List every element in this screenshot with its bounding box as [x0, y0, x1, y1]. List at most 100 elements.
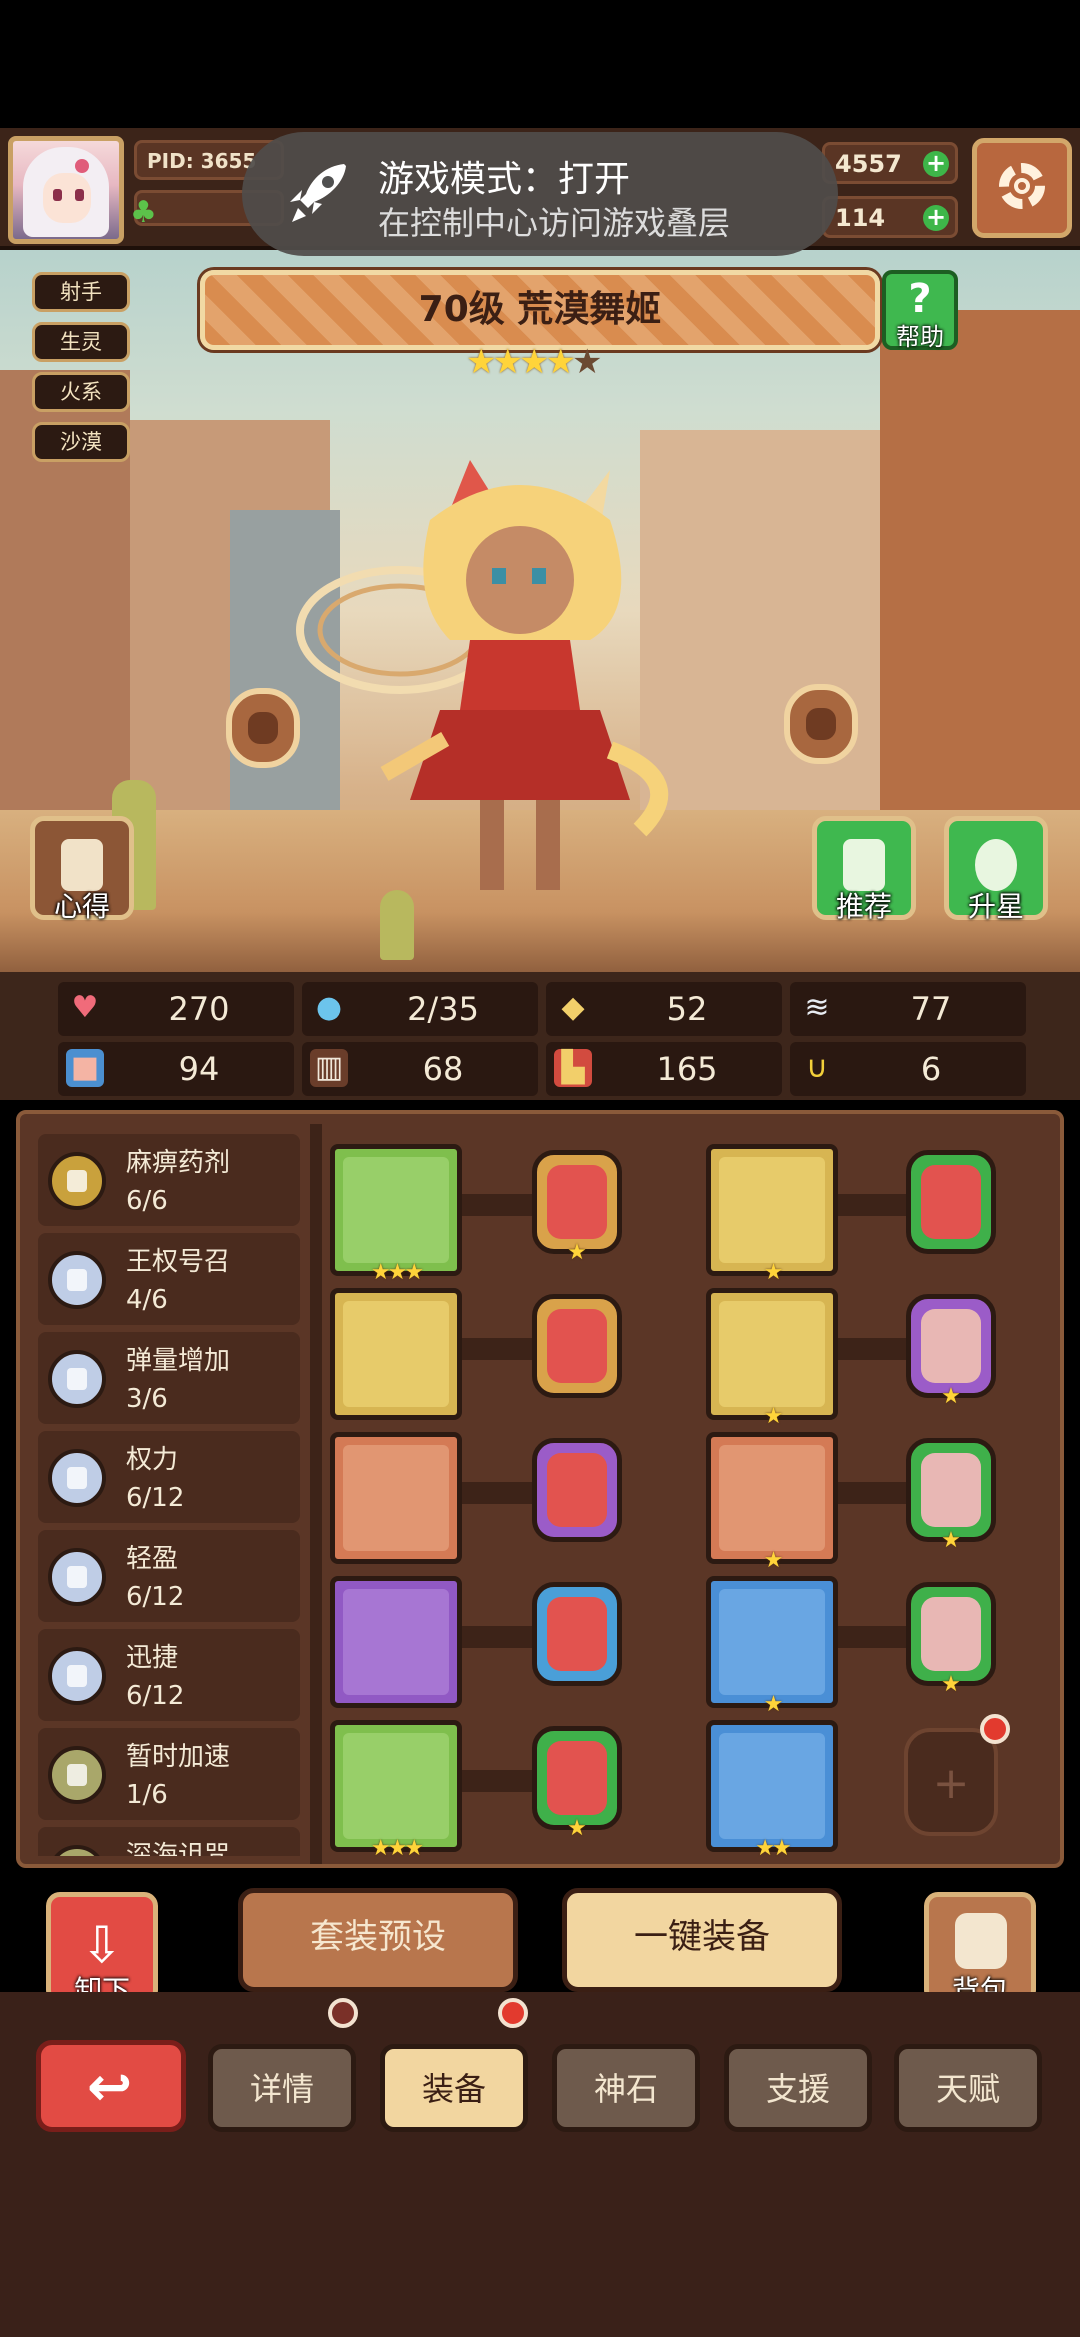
skill-item[interactable]: 权力 6/12 — [38, 1431, 300, 1523]
set-preset-button[interactable]: 套装预设 — [238, 1888, 518, 1992]
insight-button[interactable]: 心得 — [30, 816, 134, 923]
slot-connector — [460, 1626, 540, 1648]
item-stars: ★★★ — [370, 1260, 424, 1285]
skill-count: 6/12 — [126, 1681, 185, 1711]
gear-icon-center — [1014, 178, 1030, 194]
add-gold-button[interactable]: + — [923, 151, 949, 177]
equip-slot-offhand[interactable] — [330, 1288, 462, 1420]
haste-icon — [48, 1746, 106, 1804]
gem-slot[interactable]: ★ — [532, 1150, 622, 1265]
skill-item[interactable]: 轻盈 6/12 — [38, 1530, 300, 1622]
gem-slot[interactable]: ★ — [906, 1294, 996, 1409]
equip-slot-boots[interactable]: ★★ — [706, 1720, 838, 1861]
skill-item[interactable]: 弹量增加 3/6 — [38, 1332, 300, 1424]
equip-slot-necklace[interactable] — [330, 1432, 462, 1564]
crown-icon — [719, 1157, 825, 1263]
equip-slot-bracer[interactable]: ★★★ — [330, 1720, 462, 1861]
player-avatar[interactable] — [8, 136, 124, 244]
settings-button[interactable] — [972, 138, 1072, 238]
skill-item[interactable]: 迅捷 6/12 — [38, 1629, 300, 1721]
gem-slot[interactable] — [906, 1150, 996, 1254]
gem-slot[interactable] — [532, 1582, 622, 1686]
scroll-icon — [61, 839, 103, 891]
unequip-button[interactable]: ⇩ 卸下 — [46, 1892, 158, 2007]
gem-slot[interactable] — [532, 1438, 622, 1542]
gem-icon — [921, 1309, 981, 1383]
equip-slot-amulet[interactable] — [330, 1576, 462, 1708]
equip-all-button[interactable]: 一键装备 — [562, 1888, 842, 1992]
skill-name: 麻痹药剂 — [126, 1148, 231, 1178]
game-mode-toast: 游戏模式：打开 在控制中心访问游戏叠层 — [242, 132, 838, 256]
gem-icon — [547, 1453, 607, 1527]
skill-count: 3/6 — [126, 1384, 168, 1414]
skill-item[interactable]: 深海诅咒 — [38, 1827, 300, 1856]
skill-list[interactable]: 麻痹药剂 6/6 王权号召 4/6 弹量增加 3/6 权力 6/12 轻盈 6/… — [38, 1134, 300, 1856]
gem-stars: ★ — [941, 1672, 961, 1697]
add-gems-button[interactable]: + — [923, 205, 949, 231]
bag-button[interactable]: 背包 — [924, 1892, 1036, 2007]
back-button[interactable]: ↩ — [36, 2040, 186, 2132]
equip-slot-head[interactable]: ★ — [706, 1144, 838, 1285]
gem-slot[interactable]: ★ — [906, 1582, 996, 1697]
gem-slot[interactable]: ★ — [906, 1438, 996, 1553]
stat-magic-value: 68 — [422, 1050, 464, 1088]
star-icon: ★ — [492, 342, 523, 382]
boots-icon — [719, 1733, 825, 1839]
backpack-icon — [955, 1913, 1007, 1969]
character-sprite[interactable] — [280, 450, 720, 920]
stat-agility: ▙ 165 — [546, 1042, 782, 1096]
tab-divine-stone[interactable]: 神石 — [552, 2044, 700, 2132]
shield-icon: ◆ — [561, 990, 585, 1025]
slot-connector — [836, 1194, 916, 1216]
tag-element: 火系 — [32, 372, 130, 412]
gem-icon — [547, 1741, 607, 1815]
equip-slot-armor[interactable]: ★ — [706, 1288, 838, 1429]
upgrade-label: 升星 — [967, 890, 1024, 923]
equip-slot-ring[interactable]: ★ — [706, 1432, 838, 1573]
skill-item[interactable]: 麻痹药剂 6/6 — [38, 1134, 300, 1226]
currency-gems-value: 114 — [835, 204, 886, 232]
equipment-panel: 麻痹药剂 6/6 王权号召 4/6 弹量增加 3/6 权力 6/12 轻盈 6/… — [16, 1110, 1064, 1868]
tag-class: 射手 — [32, 272, 130, 312]
necklace-icon — [343, 1445, 449, 1551]
gem-slot[interactable] — [532, 1294, 622, 1398]
help-label: 帮助 — [896, 323, 944, 351]
feather-icon — [48, 1548, 106, 1606]
tab-support[interactable]: 支援 — [724, 2044, 872, 2132]
stat-luck: ∪ 6 — [790, 1042, 1026, 1096]
stat-attack: ■ 94 — [58, 1042, 294, 1096]
gem-slot[interactable]: ★ — [532, 1726, 622, 1841]
potion-icon — [48, 1152, 106, 1210]
right-medal-icon — [784, 684, 858, 764]
skill-count: 1/6 — [126, 1780, 168, 1810]
recommend-label: 推荐 — [835, 890, 892, 923]
skill-item[interactable]: 暂时加速 1/6 — [38, 1728, 300, 1820]
skill-count: 6/12 — [126, 1582, 185, 1612]
character-scene: 射手 生灵 火系 沙漠 70级 荒漠舞姬 ★★★★★ ? 帮助 心得 推荐 升星 — [0, 250, 1080, 972]
equip-slot-belt[interactable]: ★ — [706, 1576, 838, 1717]
tab-talent[interactable]: 天赋 — [894, 2044, 1042, 2132]
help-button[interactable]: ? 帮助 — [882, 270, 958, 351]
gem-stars: ★ — [941, 1384, 961, 1409]
skill-count: 4/6 — [126, 1285, 168, 1315]
upgrade-star-button[interactable]: 升星 — [944, 816, 1048, 923]
insight-label: 心得 — [53, 890, 110, 923]
tab-details[interactable]: 详情 — [208, 2044, 356, 2132]
equip-slot-weapon[interactable]: ★★★ — [330, 1144, 462, 1285]
character-rarity-stars: ★★★★★ — [466, 342, 602, 382]
skill-item[interactable]: 王权号召 4/6 — [38, 1233, 300, 1325]
empty-gem-slot[interactable] — [904, 1728, 998, 1836]
fist-icon: ■ — [66, 1049, 104, 1087]
tab-equipment[interactable]: 装备 — [380, 2044, 528, 2132]
tag-region: 沙漠 — [32, 422, 130, 462]
gem-stars: ★ — [567, 1240, 587, 1265]
notification-dot — [980, 1714, 1010, 1744]
skill-name: 轻盈 — [126, 1544, 179, 1574]
stat-magic: ▥ 68 — [302, 1042, 538, 1096]
thumbs-up-icon — [843, 839, 885, 891]
gem-icon — [547, 1165, 607, 1239]
stat-attack-value: 94 — [178, 1050, 220, 1088]
recommend-button[interactable]: 推荐 — [812, 816, 916, 923]
robe-icon — [719, 1301, 825, 1407]
gem-stars: ★ — [567, 1816, 587, 1841]
